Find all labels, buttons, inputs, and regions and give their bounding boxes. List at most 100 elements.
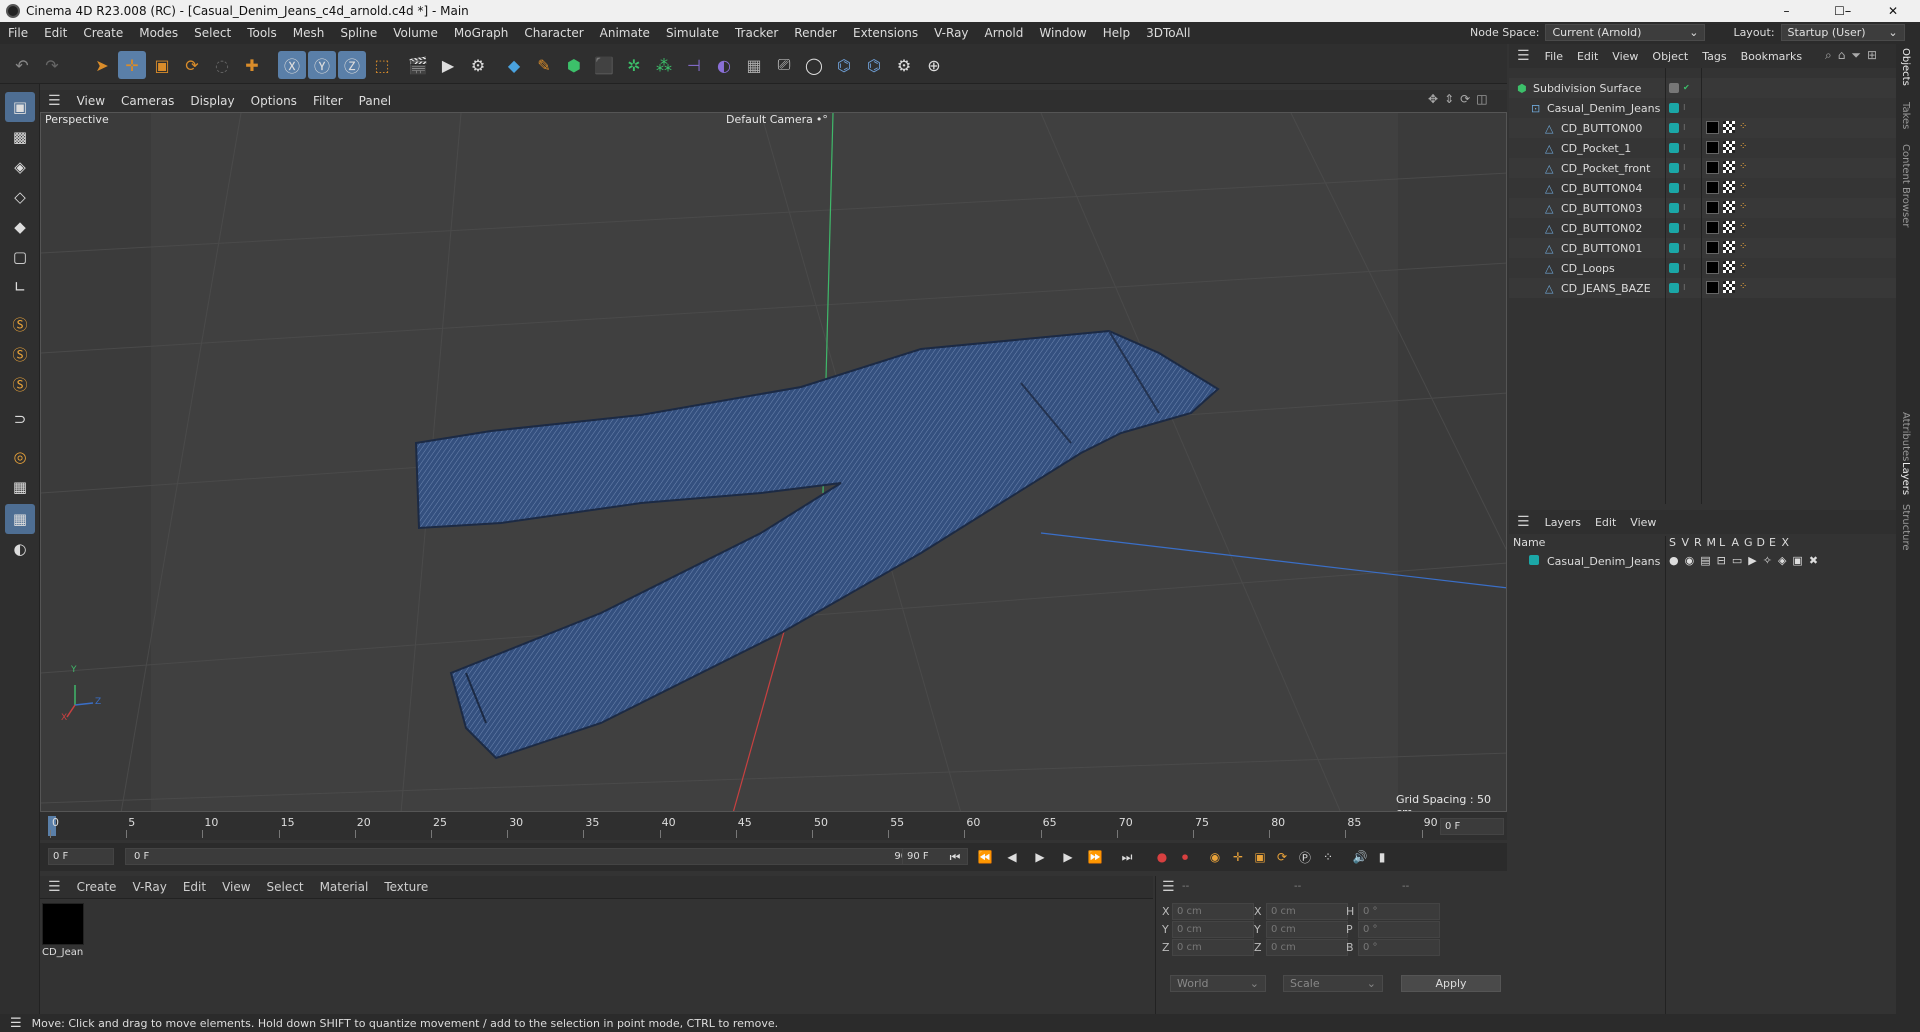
side-tab-takes[interactable]: Takes [1900,102,1911,129]
play-icon[interactable]: ▶ [1030,847,1050,867]
camera-icon[interactable]: ⎚ [770,51,798,79]
viewport-menu-panel[interactable]: Panel [351,94,399,108]
render-toggle-icon[interactable]: ▤ [1700,554,1710,567]
menu-tools[interactable]: Tools [239,26,285,40]
menu-file[interactable]: File [0,26,36,40]
menu-arnold[interactable]: Arnold [977,26,1032,40]
visibility-dots-icon[interactable]: ⁝ [1683,143,1686,153]
layer-column-g[interactable]: G [1744,536,1753,549]
layer-color-icon[interactable] [1669,203,1679,213]
extrude-icon[interactable]: ⬛ [590,51,618,79]
layer-column-d[interactable]: D [1757,536,1765,549]
layer-color-icon[interactable] [1669,263,1679,273]
object-tags[interactable]: ⁘ [1706,181,1747,194]
side-tab-attributes[interactable]: Attributes [1900,412,1911,461]
prev-key-icon[interactable]: ⏪ [975,847,995,867]
autokey-icon[interactable]: ⏺ [1175,847,1195,867]
symmetry-icon[interactable]: ⊣ [680,51,708,79]
coord-value-field[interactable]: 0 ° [1358,903,1440,920]
coord-space-select[interactable]: World ⌄ [1170,975,1266,992]
layer-color-icon[interactable] [1669,83,1679,93]
points-mode-icon[interactable]: ◈ [5,152,35,182]
uvw-tag-icon[interactable] [1723,281,1735,293]
lock-toggle-icon[interactable]: ▭ [1732,554,1742,567]
material-tag-icon[interactable] [1706,141,1719,154]
layer-column-name[interactable]: Name [1513,536,1545,549]
material-menu-view[interactable]: View [214,880,258,894]
coord-value-field[interactable]: 0 ° [1358,921,1440,938]
side-tab-content-browser[interactable]: Content Browser [1900,144,1911,227]
arnold-tag-icon[interactable]: ⁘ [1739,281,1747,294]
uvw-tag-icon[interactable] [1723,241,1735,253]
redo-icon[interactable]: ↷ [38,51,66,79]
coord-value-field[interactable]: 0 cm [1172,939,1254,956]
layer-menu-view[interactable]: View [1623,516,1663,529]
material-tag-icon[interactable] [1706,201,1719,214]
object-row[interactable]: △ CD_BUTTON01 ⁝ ⁘ [1509,238,1896,258]
y-axis-icon[interactable]: Ⓨ [308,51,336,79]
layer-column-a[interactable]: A [1732,536,1740,549]
uvw-tag-icon[interactable] [1723,181,1735,193]
sound-icon[interactable]: 🔊 [1350,847,1370,867]
subdivision-icon[interactable]: ⬢ [560,51,588,79]
arnold-tag-icon[interactable]: ⁘ [1739,121,1747,134]
uv-icon[interactable]: ∟ [5,272,35,302]
add-icon[interactable]: ✚ [238,51,266,79]
layer-menu-edit[interactable]: Edit [1588,516,1623,529]
material-tag-icon[interactable] [1706,241,1719,254]
material-tag-icon[interactable] [1706,181,1719,194]
layer-color-icon[interactable] [1669,183,1679,193]
viewport-menu-view[interactable]: View [69,94,113,108]
magnet-icon[interactable]: ◎ [5,442,35,472]
layer-toggles[interactable]: ● ◉ ▤ ⊟ ▭ ▶ ✧ ◈ ▣ ✖ [1669,554,1818,567]
workplane-icon[interactable]: ▦ [5,472,35,502]
layer-color-icon[interactable] [1669,223,1679,233]
layer-color-icon[interactable] [1669,283,1679,293]
enabled-check-icon[interactable]: ✔ [1683,83,1690,93]
arnold-tag-icon[interactable]: ⁘ [1739,201,1747,214]
node-space-select[interactable]: Current (Arnold) ⌄ [1545,24,1706,41]
object-menu-tags[interactable]: Tags [1695,50,1733,63]
side-tab-objects[interactable]: Objects [1900,48,1911,86]
object-toggles[interactable]: ⁝ [1669,283,1686,293]
object-tags[interactable]: ⁘ [1706,221,1747,234]
manager-toggle-icon[interactable]: ⊟ [1717,554,1726,567]
timeline-icon[interactable]: ▮ [1372,847,1392,867]
layer-column-x[interactable]: X [1782,536,1790,549]
layer-color-icon[interactable] [1669,143,1679,153]
coord-mode-select[interactable]: Scale ⌄ [1283,975,1383,992]
material-menu-create[interactable]: Create [69,880,125,894]
solo-hierarchy-icon[interactable]: Ⓢ [5,369,35,399]
object-tags[interactable]: ⁘ [1706,201,1747,214]
menu-simulate[interactable]: Simulate [658,26,727,40]
record-icon[interactable]: ● [1152,847,1172,867]
next-frame-icon[interactable]: ▶ [1058,847,1078,867]
menu-3dtoall[interactable]: 3DToAll [1138,26,1198,40]
material-tag-icon[interactable] [1706,161,1719,174]
object-toggles[interactable]: ⁝ [1669,103,1686,113]
coord-value-field[interactable]: 0 cm [1266,921,1348,938]
edges-mode-icon[interactable]: ◇ [5,182,35,212]
material-menu-texture[interactable]: Texture [376,880,436,894]
side-tab-layers[interactable]: Layers [1900,462,1911,495]
hamburger-icon[interactable]: ☰ [1162,879,1175,895]
layer-column-e[interactable]: E [1769,536,1776,549]
uvw-tag-icon[interactable] [1723,221,1735,233]
object-toggles[interactable]: ✔ [1669,83,1690,93]
object-row[interactable]: △ CD_BUTTON03 ⁝ ⁘ [1509,198,1896,218]
object-toggles[interactable]: ⁝ [1669,163,1686,173]
layer-color-icon[interactable] [1669,243,1679,253]
viewport-menu-options[interactable]: Options [243,94,305,108]
visibility-dots-icon[interactable]: ⁝ [1683,243,1686,253]
object-row[interactable]: △ CD_Loops ⁝ ⁘ [1509,258,1896,278]
scale-key-icon[interactable]: ▣ [1250,847,1270,867]
apply-button[interactable]: Apply [1401,975,1501,992]
viewport-menu-cameras[interactable]: Cameras [113,94,182,108]
hamburger-icon[interactable]: ☰ [1509,48,1538,64]
menu-modes[interactable]: Modes [131,26,186,40]
hamburger-icon[interactable]: ☰ [1509,514,1538,530]
visibility-dots-icon[interactable]: ⁝ [1683,103,1686,113]
object-tags[interactable]: ⁘ [1706,141,1747,154]
start-frame-field[interactable]: 0 F [48,848,114,865]
material-item[interactable]: CD_Jean [42,903,86,963]
